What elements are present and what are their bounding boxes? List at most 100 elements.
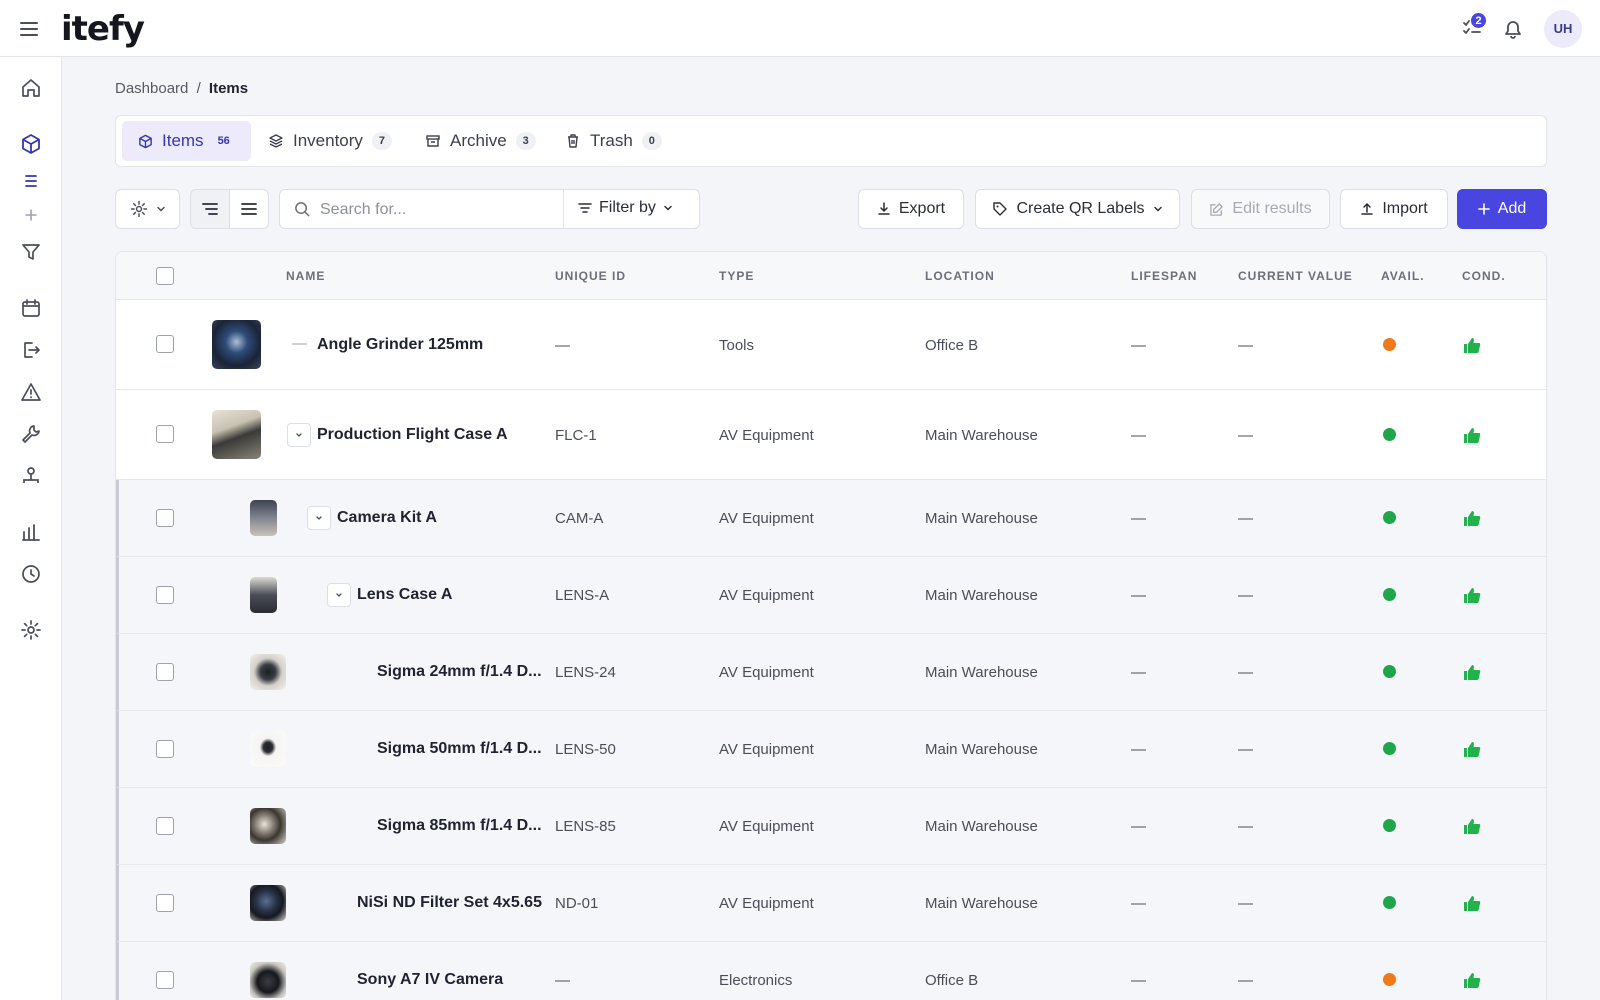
column-header-type[interactable]: TYPE — [719, 269, 754, 283]
item-type: AV Equipment — [719, 818, 814, 835]
search-input[interactable] — [320, 199, 550, 221]
column-header-condition[interactable]: COND. — [1462, 269, 1506, 283]
table-row[interactable]: Camera Kit A CAM-A AV Equipment Main War… — [116, 480, 1546, 557]
item-thumbnail[interactable] — [250, 654, 286, 690]
item-thumbnail[interactable] — [212, 320, 261, 369]
items-table: NAME UNIQUE ID TYPE LOCATION LIFESPAN CU… — [115, 251, 1547, 1000]
tab-items[interactable]: Items 56 — [122, 121, 251, 161]
archive-icon — [426, 135, 440, 147]
table-row[interactable]: NiSi ND Filter Set 4x5.65 ND-01 AV Equip… — [116, 865, 1546, 942]
column-header-name[interactable]: NAME — [286, 269, 325, 283]
row-checkbox[interactable] — [156, 335, 174, 353]
availability-dot — [1383, 665, 1396, 678]
item-name[interactable]: Sony A7 IV Camera — [357, 971, 503, 989]
row-checkbox[interactable] — [156, 586, 174, 604]
item-name[interactable]: Sigma 50mm f/1.4 D... — [377, 740, 542, 758]
bell-icon[interactable] — [1502, 18, 1524, 40]
item-name[interactable]: Lens Case A — [357, 586, 452, 604]
item-thumbnail[interactable] — [212, 410, 261, 459]
item-type: AV Equipment — [719, 895, 814, 912]
item-name[interactable]: Sigma 85mm f/1.4 D... — [377, 817, 542, 835]
row-checkbox[interactable] — [156, 663, 174, 681]
org-chart-icon[interactable] — [20, 465, 42, 487]
item-name[interactable]: Sigma 24mm f/1.4 D... — [377, 663, 542, 681]
tab-bar: Items 56 Inventory 7 Archive 3 Trash 0 — [115, 115, 1547, 167]
app-logo[interactable]: itefy — [61, 9, 145, 49]
item-name[interactable]: NiSi ND Filter Set 4x5.65 — [357, 894, 542, 912]
expand-toggle[interactable] — [307, 506, 331, 530]
expand-toggle[interactable] — [327, 583, 351, 607]
breadcrumb-dashboard-link[interactable]: Dashboard — [115, 80, 188, 97]
column-header-current-value[interactable]: CURRENT VALUE — [1238, 269, 1353, 283]
hamburger-menu-icon[interactable] — [18, 18, 40, 40]
list-icon[interactable] — [20, 170, 42, 192]
item-thumbnail[interactable] — [250, 500, 277, 536]
home-icon[interactable] — [20, 77, 42, 99]
column-header-unique-id[interactable]: UNIQUE ID — [555, 269, 626, 283]
wrench-icon[interactable] — [20, 423, 42, 445]
row-checkbox[interactable] — [156, 509, 174, 527]
search-icon — [295, 202, 310, 217]
column-header-availability[interactable]: AVAIL. — [1381, 269, 1425, 283]
warning-icon[interactable] — [20, 381, 42, 403]
filter-icon[interactable] — [20, 241, 42, 263]
row-checkbox[interactable] — [156, 740, 174, 758]
item-thumbnail[interactable] — [250, 962, 286, 998]
item-unique-id: LENS-24 — [555, 664, 616, 681]
checkout-icon[interactable] — [20, 339, 42, 361]
qr-label: Create QR Labels — [1016, 200, 1145, 217]
item-thumbnail[interactable] — [250, 577, 277, 613]
cube-icon[interactable] — [20, 133, 42, 155]
table-row[interactable]: Lens Case A LENS-A AV Equipment Main War… — [116, 557, 1546, 634]
edit-results-button[interactable]: Edit results — [1191, 189, 1330, 229]
row-checkbox[interactable] — [156, 817, 174, 835]
select-all-checkbox[interactable] — [156, 267, 174, 285]
item-name[interactable]: Angle Grinder 125mm — [317, 336, 483, 354]
tab-archive[interactable]: Archive 3 — [409, 121, 552, 161]
row-checkbox[interactable] — [156, 894, 174, 912]
table-row[interactable]: Sigma 50mm f/1.4 D... LENS-50 AV Equipme… — [116, 711, 1546, 788]
column-header-location[interactable]: LOCATION — [925, 269, 995, 283]
bar-chart-icon[interactable] — [20, 521, 42, 543]
history-icon[interactable] — [20, 563, 42, 585]
user-avatar[interactable]: UH — [1544, 10, 1582, 48]
create-qr-labels-button[interactable]: Create QR Labels — [975, 189, 1180, 229]
table-row[interactable]: — Angle Grinder 125mm — Tools Office B —… — [116, 300, 1546, 390]
import-button[interactable]: Import — [1340, 189, 1448, 229]
condition-thumbs-up-icon — [1463, 663, 1481, 681]
item-current-value: — — [1238, 741, 1253, 758]
calendar-icon[interactable] — [20, 297, 42, 319]
expand-toggle[interactable] — [287, 423, 311, 447]
table-row[interactable]: Sigma 24mm f/1.4 D... LENS-24 AV Equipme… — [116, 634, 1546, 711]
item-type: AV Equipment — [719, 664, 814, 681]
tree-view-toggle[interactable] — [190, 189, 230, 229]
table-row[interactable]: Production Flight Case A FLC-1 AV Equipm… — [116, 390, 1546, 480]
row-checkbox[interactable] — [156, 425, 174, 443]
tab-inventory[interactable]: Inventory 7 — [252, 121, 408, 161]
list-view-toggle[interactable] — [229, 189, 269, 229]
chevron-down-icon — [316, 516, 322, 520]
item-thumbnail[interactable] — [250, 731, 286, 767]
export-button[interactable]: Export — [858, 189, 964, 229]
column-header-lifespan[interactable]: LIFESPAN — [1131, 269, 1197, 283]
table-row[interactable]: Sony A7 IV Camera — Electronics Office B… — [116, 942, 1546, 1000]
add-button[interactable]: Add — [1457, 189, 1547, 229]
item-type: AV Equipment — [719, 587, 814, 604]
item-name[interactable]: Production Flight Case A — [317, 426, 508, 444]
plus-icon[interactable] — [20, 204, 42, 226]
filter-by-button[interactable]: Filter by — [578, 199, 673, 217]
item-thumbnail[interactable] — [250, 808, 286, 844]
row-checkbox[interactable] — [156, 971, 174, 989]
settings-dropdown-button[interactable] — [115, 189, 180, 229]
condition-thumbs-up-icon — [1463, 894, 1481, 912]
chevron-down-icon — [336, 593, 342, 597]
item-current-value: — — [1238, 972, 1253, 989]
item-thumbnail[interactable] — [250, 885, 286, 921]
table-row[interactable]: Sigma 85mm f/1.4 D... LENS-85 AV Equipme… — [116, 788, 1546, 865]
availability-dot — [1383, 588, 1396, 601]
settings-icon[interactable] — [20, 619, 42, 641]
tab-count: 0 — [641, 132, 662, 150]
item-name[interactable]: Camera Kit A — [337, 509, 437, 527]
tab-trash[interactable]: Trash 0 — [549, 121, 678, 161]
tag-icon — [993, 202, 1008, 216]
